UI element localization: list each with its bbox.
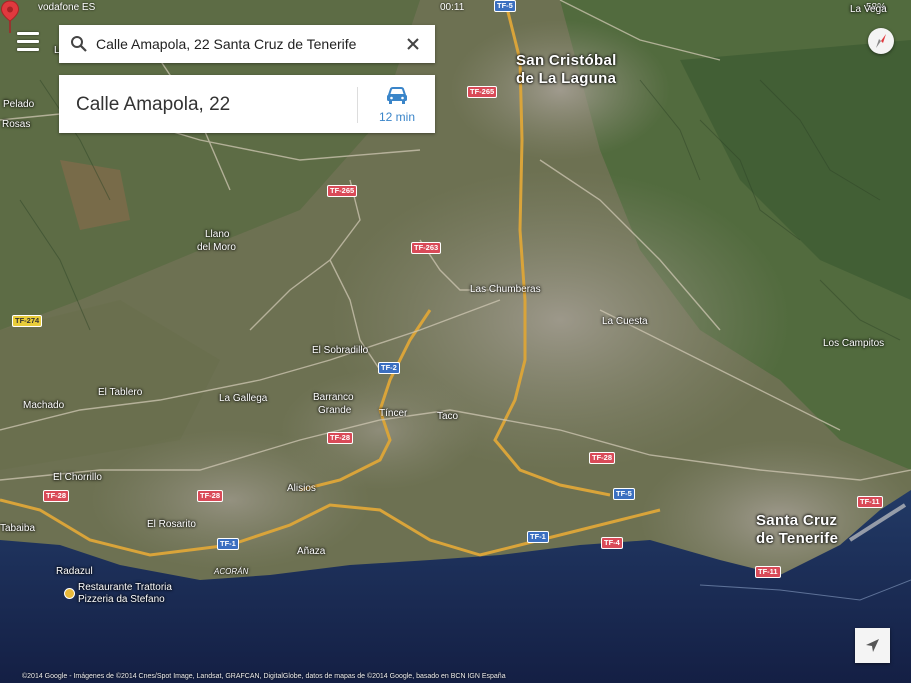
label-restaurante-2: Pizzeria da Stefano [78,594,165,605]
label-el-chorrillo: El Chorrillo [53,472,102,483]
shield-tf274: TF-274 [12,315,43,327]
label-llano: Llano [205,229,230,240]
location-arrow-glyph [866,639,879,652]
label-alisios: Alisios [287,483,316,494]
search-bar[interactable]: Calle Amapola, 22 Santa Cruz de Tenerife [59,25,435,63]
clock-label: 00:11 [440,2,465,13]
label-el-sobradillo: El Sobradillo [312,345,369,356]
shield-tf265-b: TF-265 [327,185,358,197]
shield-tf4: TF-4 [601,537,623,549]
label-acoran: ACORÁN [214,567,249,576]
directions-button[interactable]: 12 min [359,75,435,133]
label-taco: Taco [437,411,459,422]
shield-tf28-d: TF-28 [197,490,224,502]
close-icon[interactable] [405,36,421,52]
shield-tf11-a: TF-11 [857,496,883,508]
label-tincer: Tíncer [379,408,408,419]
menu-icon[interactable] [17,32,39,54]
shield-tf28-a: TF-28 [327,432,354,444]
map-pin-icon[interactable] [0,0,20,34]
label-restaurante-1: Restaurante Trattoria [78,582,172,593]
label-machado: Machado [23,400,65,411]
search-input[interactable]: Calle Amapola, 22 Santa Cruz de Tenerife [96,36,356,52]
car-icon [387,87,407,104]
label-los-campitos: Los Campitos [823,338,885,349]
shield-tf5-top: TF-5 [494,0,516,12]
restaurant-icon[interactable] [64,588,75,599]
label-tabaiba: Tabaiba [0,523,36,534]
result-divider [357,87,358,123]
compass-icon[interactable] [868,28,894,54]
label-el-rosarito: El Rosarito [147,519,196,530]
drive-time-label: 12 min [378,110,416,124]
label-rosas: Rosas [2,119,31,130]
label-la-gallega: La Gallega [219,393,268,404]
result-title: Calle Amapola, 22 [76,94,231,115]
label-el-tablero: El Tablero [98,387,143,398]
label-la-cuesta: La Cuesta [602,316,648,327]
compass-needle [876,34,886,48]
map-attribution: ©2014 Google - Imágenes de ©2014 Cnes/Sp… [22,673,506,680]
search-icon[interactable] [70,35,88,53]
shield-tf263: TF-263 [411,242,442,254]
label-de-tenerife: de Tenerife [756,530,839,547]
shield-tf1-b: TF-1 [527,531,549,543]
shield-tf28-c: TF-28 [43,490,70,502]
shield-tf2: TF-2 [378,362,400,374]
label-la-vega: La Vega [850,4,887,15]
carrier-label: vodafone ES [38,2,96,13]
label-de-la-laguna: de La Laguna [516,70,617,87]
label-barranco: Barranco [313,392,354,403]
label-del-moro: del Moro [197,242,236,253]
shield-tf11-b: TF-11 [755,566,781,578]
label-grande: Grande [318,405,352,416]
shield-tf5-b: TF-5 [613,488,635,500]
label-las-chumberas: Las Chumberas [470,284,541,295]
shield-tf265-a: TF-265 [467,86,498,98]
label-anaza: Añaza [297,546,326,557]
search-result-card[interactable]: Calle Amapola, 22 12 min [59,75,435,133]
label-san-cristobal: San Cristóbal [516,52,617,69]
label-santa-cruz: Santa Cruz [756,512,838,529]
label-pelado: Pelado [3,99,35,110]
shield-tf28-b: TF-28 [589,452,616,464]
shield-tf1-a: TF-1 [217,538,239,550]
label-radazul: Radazul [56,566,93,577]
location-arrow-icon[interactable] [855,628,890,663]
